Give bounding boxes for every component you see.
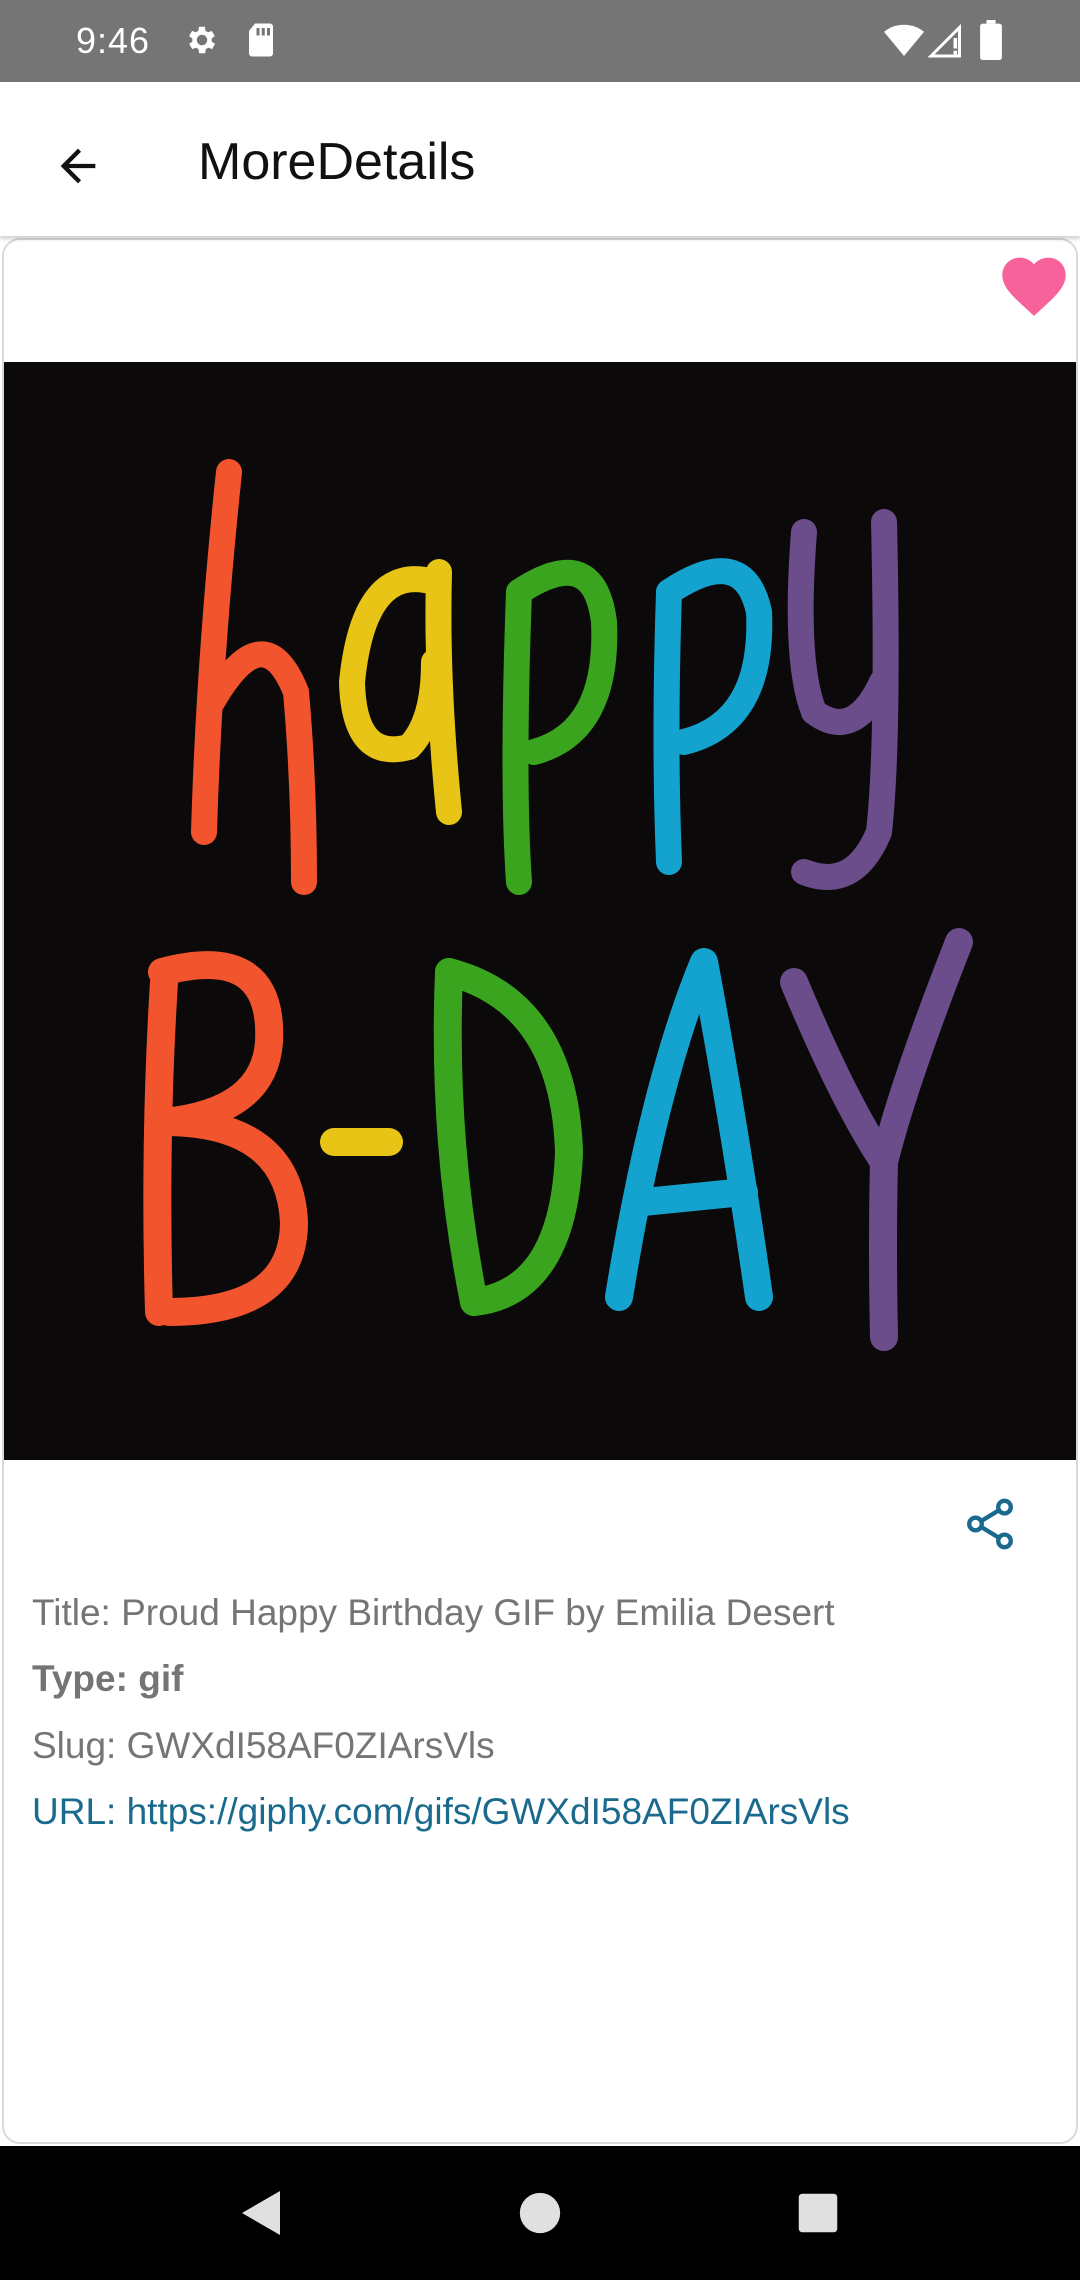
letter-a2 xyxy=(605,948,773,1311)
sd-card-icon xyxy=(246,22,276,63)
letter-a xyxy=(339,559,462,825)
nav-recents-button[interactable] xyxy=(778,2176,858,2250)
heart-icon xyxy=(1002,257,1066,316)
gif-artwork xyxy=(143,459,973,1351)
system-nav-bar xyxy=(0,2146,1080,2280)
back-button[interactable] xyxy=(30,118,126,214)
nav-home-button[interactable] xyxy=(500,2176,580,2250)
app-toolbar: MoreDetails xyxy=(0,82,1080,236)
settings-icon xyxy=(184,22,220,63)
gif-url-link[interactable]: URL: https://giphy.com/gifs/GWXdI58AF0ZI… xyxy=(32,1791,850,1833)
share-icon xyxy=(967,1498,1013,1550)
share-button[interactable] xyxy=(952,1486,1028,1562)
status-time: 9:46 xyxy=(76,20,151,61)
letter-d xyxy=(433,958,583,1316)
nav-back-button[interactable] xyxy=(220,2176,300,2250)
gif-slug: Slug: GWXdI58AF0ZIArsVls xyxy=(32,1725,495,1766)
gif-type: Type: gif xyxy=(32,1658,184,1699)
signal-icon xyxy=(927,23,964,63)
favorite-button[interactable] xyxy=(996,248,1076,324)
page-title: MoreDetails xyxy=(198,133,476,191)
gif-image xyxy=(4,362,1076,1460)
wifi-icon xyxy=(884,24,924,63)
status-bar: 9:46 xyxy=(0,0,1080,82)
letter-y2 xyxy=(780,928,973,1351)
gif-title: Title: Proud Happy Birthday GIF by Emili… xyxy=(32,1592,835,1633)
nav-recents-icon xyxy=(798,2193,838,2233)
nav-home-icon xyxy=(519,2192,561,2234)
letter-y xyxy=(787,509,899,890)
arrow-back-icon xyxy=(60,148,96,184)
letter-p1 xyxy=(502,559,618,895)
nav-back-icon xyxy=(242,2191,280,2235)
battery-icon xyxy=(980,20,1002,65)
letter-b xyxy=(143,951,308,1326)
letter-h xyxy=(191,459,317,895)
letter-p2 xyxy=(653,558,773,875)
